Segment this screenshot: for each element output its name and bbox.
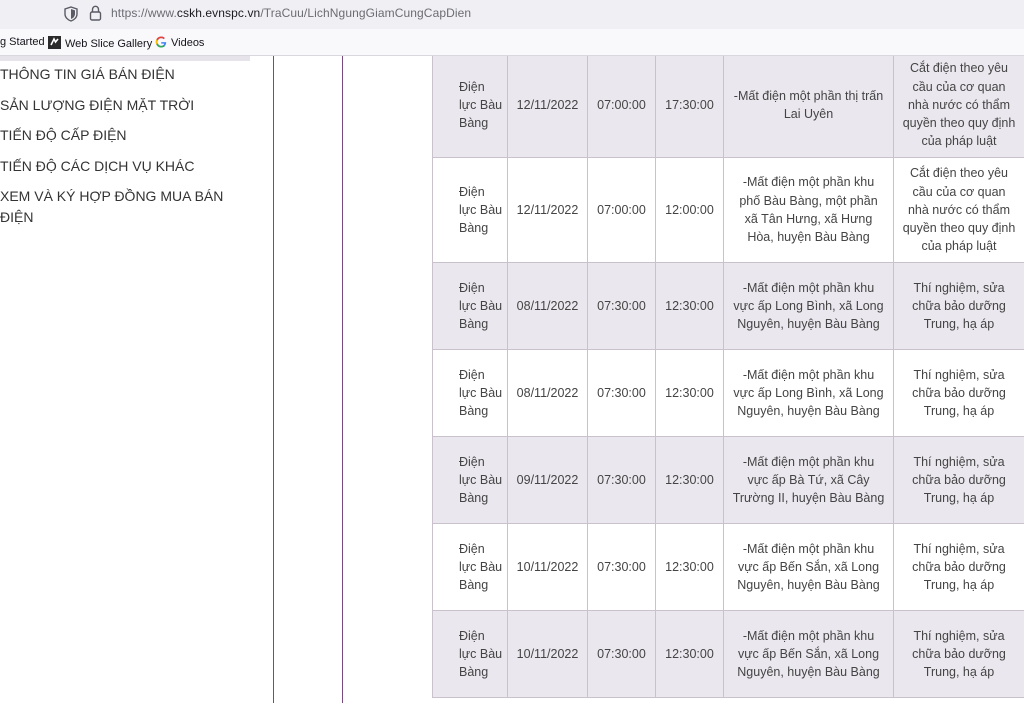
table-row: Điện lực Bàu Bàng 08/11/2022 07:30:00 12… <box>432 349 1024 437</box>
cell-area: -Mất điện một phần thị trấn Lai Uyên <box>723 56 894 158</box>
cell-end-time: 12:00:00 <box>655 157 724 263</box>
sidebar-item-contracts[interactable]: XEM VÀ KÝ HỢP ĐỒNG MUA BÁN ĐIỆN <box>0 186 240 228</box>
cell-area: -Mất điện một phần khu vực ấp Bến Sắn, x… <box>723 523 894 611</box>
cell-area: -Mất điện một phần khu vực ấp Long Bình,… <box>723 262 894 350</box>
cell-area: -Mất điện một phần khu vực ấp Bà Tứ, xã … <box>723 436 894 524</box>
url-path: /TraCuu/LichNgungGiamCungCapDien <box>260 6 472 20</box>
sidebar-menu: THÔNG TIN GIÁ BÁN ĐIỆN SẢN LƯỢNG ĐIỆN MẶ… <box>0 64 250 228</box>
table-row: Điện lực Bàu Bàng 12/11/2022 07:00:00 17… <box>432 56 1024 158</box>
sidebar-item-supply-progress[interactable]: TIẾN ĐỘ CẤP ĐIỆN <box>0 125 250 146</box>
cell-unit: Điện lực Bàu Bàng <box>432 436 508 524</box>
bookmarks-bar: g Started Web Slice Gallery Videos <box>0 29 1024 56</box>
cell-end-time: 12:30:00 <box>655 349 724 437</box>
cell-date: 08/11/2022 <box>507 262 588 350</box>
sidebar-item-solar-output[interactable]: SẢN LƯỢNG ĐIỆN MẶT TRỜI <box>0 95 250 116</box>
google-icon <box>155 36 167 51</box>
cell-date: 12/11/2022 <box>507 157 588 263</box>
bookmark-web-slice-gallery[interactable]: Web Slice Gallery <box>48 36 152 52</box>
shield-icon[interactable] <box>64 6 78 22</box>
cell-end-time: 17:30:00 <box>655 56 724 158</box>
cell-end-time: 12:30:00 <box>655 523 724 611</box>
table-row: Điện lực Bàu Bàng 09/11/2022 07:30:00 12… <box>432 436 1024 524</box>
cell-reason: Thí nghiệm, sửa chữa bảo dưỡng Trung, hạ… <box>893 436 1024 524</box>
table-row: Điện lực Bàu Bàng 08/11/2022 07:30:00 12… <box>432 262 1024 350</box>
lock-icon[interactable] <box>89 5 102 21</box>
cell-unit: Điện lực Bàu Bàng <box>432 157 508 263</box>
column-divider-right <box>342 56 343 703</box>
cell-unit: Điện lực Bàu Bàng <box>432 349 508 437</box>
cell-reason: Cắt điện theo yêu cầu của cơ quan nhà nư… <box>893 56 1024 158</box>
table-row: Điện lực Bàu Bàng 10/11/2022 07:30:00 12… <box>432 610 1024 698</box>
sidebar-item-electricity-price[interactable]: THÔNG TIN GIÁ BÁN ĐIỆN <box>0 64 250 85</box>
url-prefix: https://www. <box>111 6 177 20</box>
cell-reason: Thí nghiệm, sửa chữa bảo dưỡng Trung, hạ… <box>893 349 1024 437</box>
cell-start-time: 07:30:00 <box>587 349 656 437</box>
bookmark-label: g Started <box>0 36 45 48</box>
bookmark-label: Web Slice Gallery <box>65 38 153 50</box>
cell-unit: Điện lực Bàu Bàng <box>432 56 508 158</box>
web-slice-icon <box>48 36 61 52</box>
cell-area: -Mất điện một phần khu vực ấp Bến Sắn, x… <box>723 610 894 698</box>
cell-date: 08/11/2022 <box>507 349 588 437</box>
url-domain: cskh.evnspc.vn <box>176 6 261 20</box>
cell-start-time: 07:30:00 <box>587 523 656 611</box>
url-text[interactable]: https://www.cskh.evnspc.vn/TraCuu/LichNg… <box>111 6 471 20</box>
cell-unit: Điện lực Bàu Bàng <box>432 610 508 698</box>
cell-date: 10/11/2022 <box>507 610 588 698</box>
cell-end-time: 12:30:00 <box>655 610 724 698</box>
cell-area: -Mất điện một phần khu vực ấp Long Bình,… <box>723 349 894 437</box>
outage-schedule-table: Điện lực Bàu Bàng 12/11/2022 07:00:00 17… <box>432 56 1024 698</box>
bookmark-videos[interactable]: Videos <box>155 36 204 51</box>
table-row: Điện lực Bàu Bàng 12/11/2022 07:00:00 12… <box>432 157 1024 263</box>
bookmark-label: Videos <box>171 37 205 49</box>
cell-end-time: 12:30:00 <box>655 262 724 350</box>
cell-end-time: 12:30:00 <box>655 436 724 524</box>
cell-area: -Mất điện một phần khu phố Bàu Bàng, một… <box>723 157 894 263</box>
sidebar-item-other-services[interactable]: TIẾN ĐỘ CÁC DỊCH VỤ KHÁC <box>0 156 250 177</box>
cell-start-time: 07:30:00 <box>587 610 656 698</box>
cell-reason: Cắt điện theo yêu cầu của cơ quan nhà nư… <box>893 157 1024 263</box>
cell-reason: Thí nghiệm, sửa chữa bảo dưỡng Trung, hạ… <box>893 523 1024 611</box>
cell-unit: Điện lực Bàu Bàng <box>432 523 508 611</box>
bookmark-getting-started[interactable]: g Started <box>0 36 45 48</box>
cell-start-time: 07:00:00 <box>587 56 656 158</box>
address-bar[interactable]: https://www.cskh.evnspc.vn/TraCuu/LichNg… <box>0 0 1024 29</box>
cell-start-time: 07:30:00 <box>587 436 656 524</box>
cell-reason: Thí nghiệm, sửa chữa bảo dưỡng Trung, hạ… <box>893 262 1024 350</box>
cell-date: 12/11/2022 <box>507 56 588 158</box>
table-row: Điện lực Bàu Bàng 10/11/2022 07:30:00 12… <box>432 523 1024 611</box>
cell-date: 10/11/2022 <box>507 523 588 611</box>
cell-date: 09/11/2022 <box>507 436 588 524</box>
column-divider-left <box>273 56 274 703</box>
cell-unit: Điện lực Bàu Bàng <box>432 262 508 350</box>
page-content: THÔNG TIN GIÁ BÁN ĐIỆN SẢN LƯỢNG ĐIỆN MẶ… <box>0 56 1024 703</box>
cell-start-time: 07:30:00 <box>587 262 656 350</box>
cell-start-time: 07:00:00 <box>587 157 656 263</box>
sidebar-top-strip <box>0 56 250 61</box>
cell-reason: Thí nghiệm, sửa chữa bảo dưỡng Trung, hạ… <box>893 610 1024 698</box>
